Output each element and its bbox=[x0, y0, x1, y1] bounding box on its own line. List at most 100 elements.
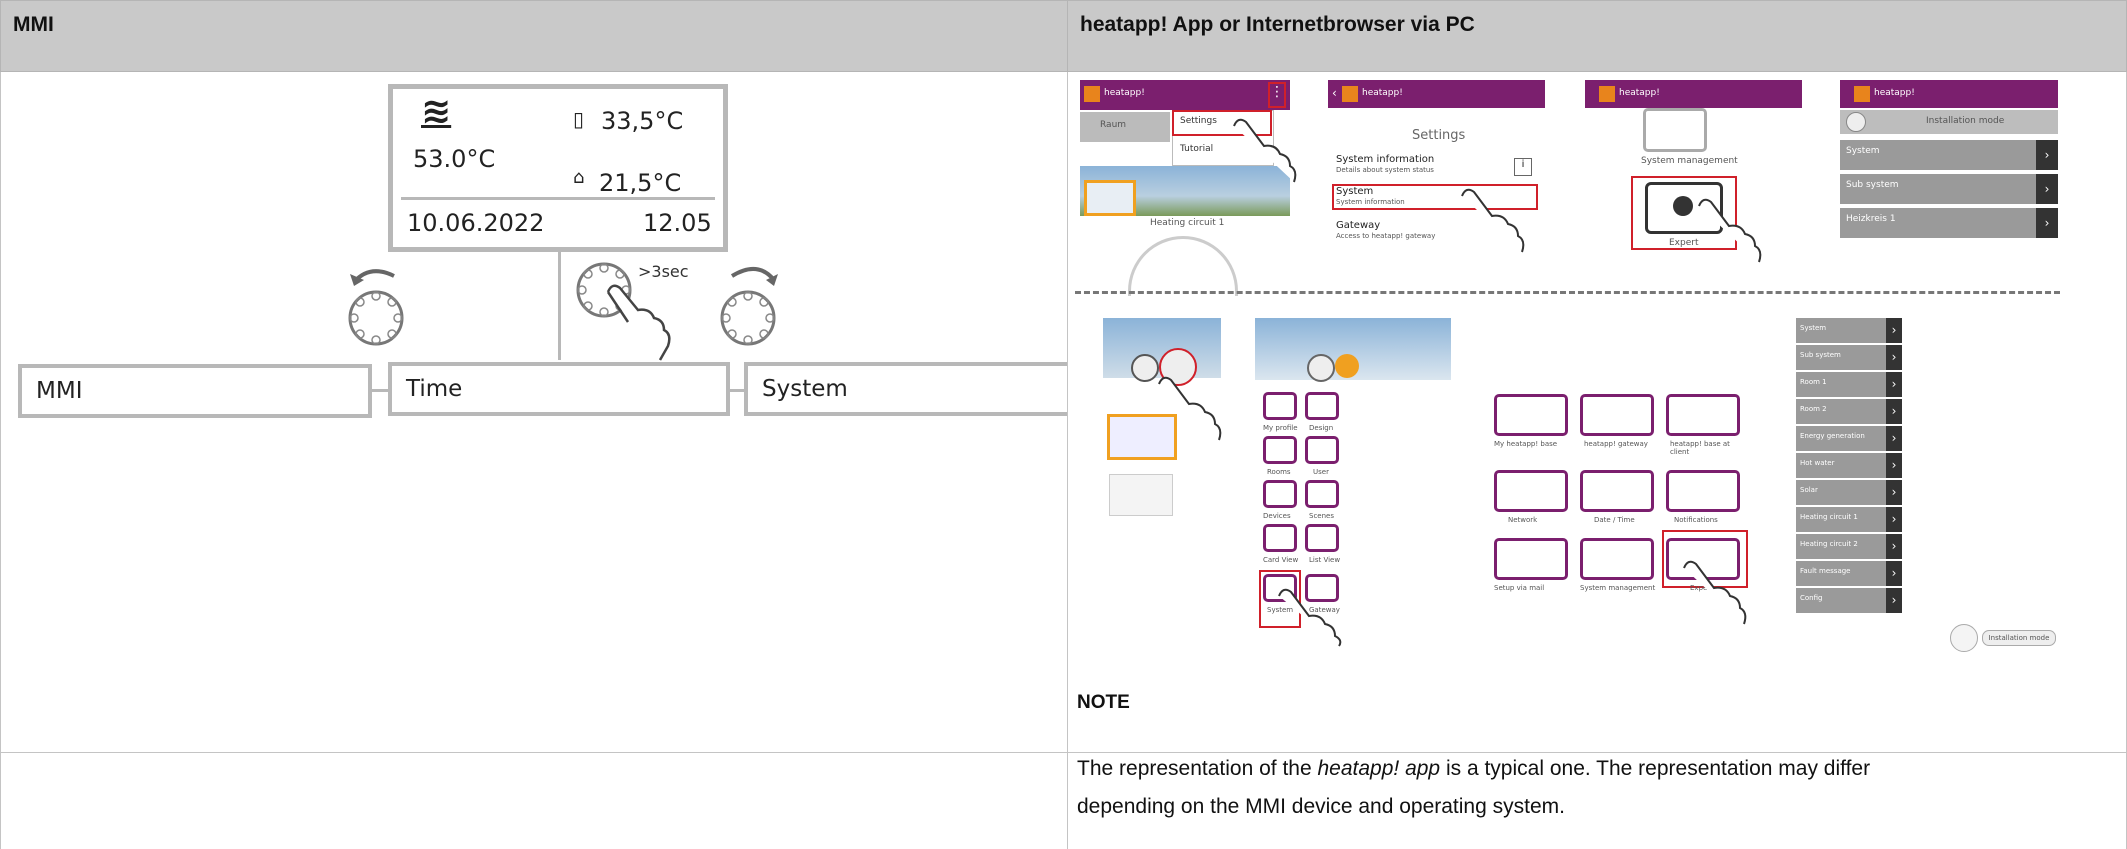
notifications-tile bbox=[1666, 470, 1740, 512]
chevron-right-icon: › bbox=[1886, 534, 1902, 559]
heatapp-logo-icon bbox=[1599, 86, 1615, 102]
date-time-tile bbox=[1580, 470, 1654, 512]
list-row-label: System bbox=[1800, 324, 1827, 332]
system-item: System bbox=[1336, 186, 1374, 197]
chevron-right-icon: › bbox=[1886, 588, 1902, 613]
chevron-right-icon: › bbox=[1886, 426, 1902, 451]
gateway-sub: Access to heatapp! gateway bbox=[1336, 232, 1436, 240]
list-row: Fault message bbox=[1796, 561, 1886, 586]
devices-icon bbox=[1263, 480, 1297, 508]
brand-label: heatapp! bbox=[1874, 88, 1915, 98]
tile-label: heatapp! base at client bbox=[1670, 440, 1730, 456]
note-text-pre: The representation of the bbox=[1077, 757, 1318, 780]
app-screen-4: heatapp! Installation mode System › Sub … bbox=[1840, 80, 2060, 260]
app-screen-5 bbox=[1103, 318, 1223, 528]
app-screen-3: heatapp! System management Expert bbox=[1585, 80, 1810, 263]
app-header-bar bbox=[1585, 80, 1802, 108]
row-label-1: System bbox=[1846, 146, 1880, 156]
chevron-right-icon: › bbox=[1886, 372, 1902, 397]
note-text-post: is a typical one. The representation may… bbox=[1440, 757, 1871, 780]
menu-tutorial: Tutorial bbox=[1180, 144, 1214, 154]
system-management-icon bbox=[1643, 108, 1707, 152]
menu-connector bbox=[558, 252, 561, 360]
icon-label: Scenes bbox=[1309, 512, 1334, 520]
display-time: 12.05 bbox=[643, 209, 712, 237]
header-app-label: heatapp! App or Internetbrowser via PC bbox=[1080, 13, 1475, 36]
brand-label: heatapp! bbox=[1362, 88, 1403, 98]
dial-arc bbox=[1128, 236, 1238, 296]
header-app: heatapp! App or Internetbrowser via PC bbox=[1067, 0, 2127, 72]
row-divider bbox=[0, 752, 2127, 753]
building-icon: ▯ bbox=[573, 107, 585, 131]
header-mmi-label: MMI bbox=[13, 13, 54, 36]
menu-box-time: Time bbox=[388, 362, 730, 416]
menu-time-label: Time bbox=[406, 376, 463, 402]
settings-title: Settings bbox=[1412, 128, 1466, 143]
display-divider bbox=[401, 197, 715, 200]
list-row: Sub system bbox=[1796, 345, 1886, 370]
heat-icon: ≋ bbox=[421, 91, 452, 132]
list-row: Room 1 bbox=[1796, 372, 1886, 397]
header-mmi: MMI bbox=[0, 0, 1068, 72]
my-profile-icon bbox=[1263, 392, 1297, 420]
app-screen-8: System › Sub system › Room 1 › Room 2 › Energy g… bbox=[1796, 318, 2066, 658]
tile-label: My heatapp! base bbox=[1494, 440, 1558, 448]
system-management-label: System management bbox=[1641, 156, 1738, 166]
rotate-left-knob-icon bbox=[348, 269, 404, 346]
users-icon bbox=[1305, 436, 1339, 464]
design-icon bbox=[1305, 392, 1339, 420]
tile-label: Network bbox=[1508, 516, 1538, 524]
list-row-label: Room 1 bbox=[1800, 378, 1827, 386]
list-view-icon bbox=[1305, 524, 1339, 552]
chevron-right-icon: › bbox=[1886, 561, 1902, 586]
heatapp-logo-icon bbox=[1854, 86, 1870, 102]
heating-circuit-caption: Heating circuit 1 bbox=[1150, 218, 1225, 228]
list-row-label: Fault message bbox=[1800, 567, 1851, 575]
press-duration-label: >3sec bbox=[638, 262, 689, 281]
tap-hand-icon bbox=[1698, 198, 1762, 263]
chevron-right-icon: › bbox=[1886, 507, 1902, 532]
column-divider bbox=[1067, 72, 1068, 849]
menu-link-1 bbox=[372, 389, 388, 392]
display-date: 10.06.2022 bbox=[407, 209, 545, 237]
setup-mail-tile bbox=[1494, 538, 1568, 580]
chevron-right-icon: › bbox=[1886, 318, 1902, 343]
list-row-label: Heating circuit 1 bbox=[1800, 513, 1858, 521]
list-row-label: Sub system bbox=[1800, 351, 1841, 359]
tap-hand-icon bbox=[1278, 588, 1342, 647]
tile-label: heatapp! gateway bbox=[1584, 440, 1648, 448]
list-row-label: Energy generation bbox=[1800, 432, 1865, 440]
tile-label: Setup via mail bbox=[1494, 584, 1545, 592]
list-row: Heating circuit 1 bbox=[1796, 507, 1886, 532]
chevron-right-icon: › bbox=[1886, 399, 1902, 424]
gateway-item: Gateway bbox=[1336, 220, 1381, 231]
note-text-emphasis: heatapp! app bbox=[1317, 757, 1441, 780]
system-info-sub: Details about system status bbox=[1336, 166, 1434, 174]
system-sub: System information bbox=[1336, 198, 1405, 206]
system-info-item: System information bbox=[1336, 154, 1435, 165]
thermometer-icon: ⌂ bbox=[573, 167, 585, 188]
list-row: Hot water bbox=[1796, 453, 1886, 478]
chevron-right-icon: › bbox=[2036, 174, 2058, 204]
back-circle-icon bbox=[1950, 624, 1978, 652]
content-table: MMI heatapp! App or Internetbrowser via … bbox=[0, 0, 2127, 849]
room-thumbnail-2 bbox=[1109, 474, 1173, 516]
list-row: Room 2 bbox=[1796, 399, 1886, 424]
list-row-label: Room 2 bbox=[1800, 405, 1827, 413]
info-icon: i bbox=[1514, 158, 1532, 176]
menu-mmi-label: MMI bbox=[36, 378, 83, 404]
my-base-tile bbox=[1494, 394, 1568, 436]
outdoor-temp: 33,5°C bbox=[601, 107, 684, 135]
main-temp: 53.0°C bbox=[413, 145, 496, 173]
chevron-right-icon: › bbox=[1886, 453, 1902, 478]
brand-label: heatapp! bbox=[1104, 88, 1145, 98]
list-row: Solar bbox=[1796, 480, 1886, 505]
table-left-border bbox=[0, 72, 1, 849]
expert-icon bbox=[1673, 196, 1693, 216]
network-tile bbox=[1494, 470, 1568, 512]
chevron-right-icon: › bbox=[2036, 140, 2058, 170]
icon-label: User bbox=[1313, 468, 1329, 476]
note-title: NOTE bbox=[1077, 692, 1130, 713]
list-row-label: Config bbox=[1800, 594, 1823, 602]
chevron-right-icon: › bbox=[1886, 480, 1902, 505]
